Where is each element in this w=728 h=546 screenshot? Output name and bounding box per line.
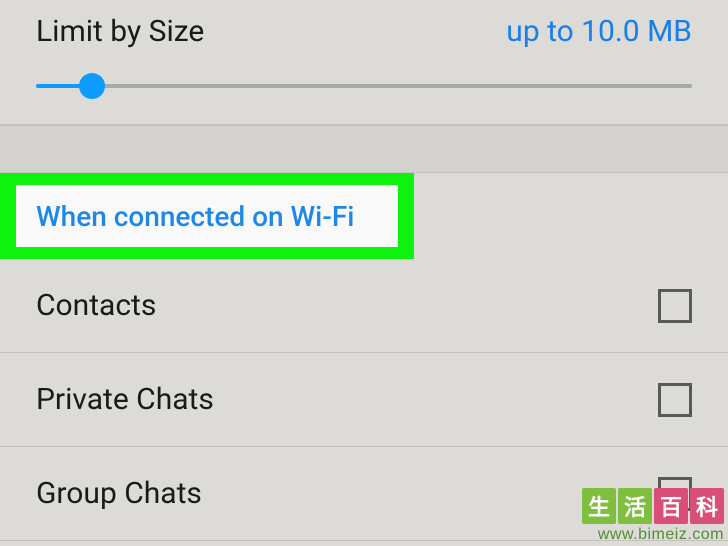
- settings-screen: Limit by Size up to 10.0 MB When connect…: [0, 0, 728, 546]
- group-chats-row[interactable]: Group Chats: [0, 447, 728, 541]
- group-chats-checkbox[interactable]: [658, 477, 692, 511]
- highlight-inner: When connected on Wi-Fi: [16, 185, 398, 247]
- slider-thumb[interactable]: [79, 73, 105, 99]
- limit-value: up to 10.0 MB: [506, 14, 692, 49]
- private-chats-row[interactable]: Private Chats: [0, 353, 728, 447]
- slider-track: [36, 84, 692, 88]
- limit-by-size-row[interactable]: Limit by Size up to 10.0 MB: [0, 0, 728, 62]
- private-chats-checkbox[interactable]: [658, 383, 692, 417]
- section-title: When connected on Wi-Fi: [36, 200, 354, 233]
- highlight-box: When connected on Wi-Fi: [0, 173, 414, 259]
- section-divider: [0, 125, 728, 173]
- wifi-section-header-highlighted: When connected on Wi-Fi: [0, 173, 728, 259]
- contacts-checkbox[interactable]: [658, 289, 692, 323]
- size-slider[interactable]: [0, 84, 728, 125]
- group-chats-label: Group Chats: [36, 476, 202, 511]
- limit-label: Limit by Size: [36, 14, 204, 49]
- contacts-label: Contacts: [36, 288, 156, 323]
- private-chats-label: Private Chats: [36, 382, 214, 417]
- contacts-row[interactable]: Contacts: [0, 259, 728, 353]
